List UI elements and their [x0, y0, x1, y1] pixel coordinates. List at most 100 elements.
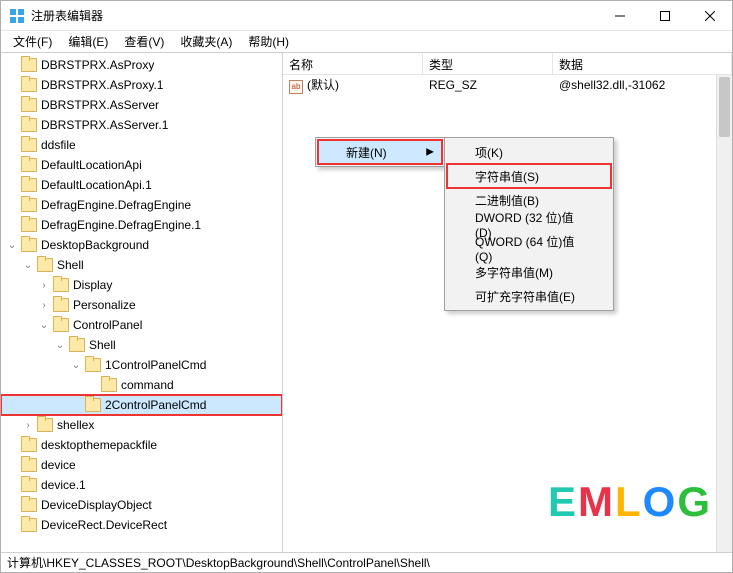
context-menu-item[interactable]: 项(K) — [447, 140, 611, 164]
collapse-icon[interactable]: ⌄ — [69, 360, 83, 371]
tree-node[interactable]: device.1 — [1, 475, 282, 495]
tree-node-label: DefaultLocationApi.1 — [41, 178, 158, 192]
scrollbar-thumb[interactable] — [719, 77, 730, 137]
folder-icon — [21, 518, 37, 532]
folder-icon — [21, 138, 37, 152]
maximize-button[interactable] — [642, 1, 687, 31]
tree-node[interactable]: 2ControlPanelCmd — [1, 395, 282, 415]
minimize-button[interactable] — [597, 1, 642, 31]
logo-char: E — [548, 478, 578, 526]
expand-icon[interactable]: › — [37, 280, 51, 291]
tree-node-label: shellex — [57, 418, 100, 432]
tree-node[interactable]: DefragEngine.DefragEngine — [1, 195, 282, 215]
tree-node-label: DBRSTPRX.AsServer — [41, 98, 165, 112]
value-data-cell: @shell32.dll,-31062 — [553, 78, 732, 92]
collapse-icon[interactable]: ⌄ — [5, 240, 19, 251]
column-header-name[interactable]: 名称 — [283, 53, 423, 74]
folder-icon — [85, 398, 101, 412]
status-path: 计算机\HKEY_CLASSES_ROOT\DesktopBackground\… — [7, 554, 430, 571]
folder-icon — [53, 318, 69, 332]
menu-edit[interactable]: 编辑(E) — [60, 31, 116, 52]
tree-pane[interactable]: DBRSTPRX.AsProxyDBRSTPRX.AsProxy.1 DBRSTP… — [1, 53, 283, 552]
context-menu-item[interactable]: 可扩充字符串值(E) — [447, 284, 611, 308]
app-icon — [9, 8, 25, 24]
close-button[interactable] — [687, 1, 732, 31]
tree-node[interactable]: ›Personalize — [1, 295, 282, 315]
logo-char: G — [677, 478, 712, 526]
context-menu-item[interactable]: QWORD (64 位)值(Q) — [447, 236, 611, 260]
tree-node[interactable]: ⌄ControlPanel — [1, 315, 282, 335]
column-header-type[interactable]: 类型 — [423, 53, 553, 74]
content-area: DBRSTPRX.AsProxyDBRSTPRX.AsProxy.1 DBRSTP… — [1, 53, 732, 552]
context-submenu-new[interactable]: 项(K)字符串值(S)二进制值(B)DWORD (32 位)值(D)QWORD … — [444, 137, 614, 311]
tree-node[interactable]: DefaultLocationApi — [1, 155, 282, 175]
tree-node[interactable]: ⌄1ControlPanelCmd — [1, 355, 282, 375]
tree-node[interactable]: DefaultLocationApi.1 — [1, 175, 282, 195]
tree-node-label: DefragEngine.DefragEngine — [41, 198, 197, 212]
context-menu-item-label: 可扩充字符串值(E) — [475, 288, 575, 305]
folder-icon — [37, 418, 53, 432]
context-menu-item[interactable]: 多字符串值(M) — [447, 260, 611, 284]
tree-node[interactable]: DBRSTPRX.AsProxy — [1, 55, 282, 75]
splitter[interactable] — [282, 53, 286, 552]
tree-node[interactable]: ⌄Shell — [1, 255, 282, 275]
collapse-icon[interactable]: ⌄ — [21, 260, 35, 271]
expand-icon[interactable]: › — [21, 420, 35, 431]
menu-favorites[interactable]: 收藏夹(A) — [172, 31, 240, 52]
folder-icon — [101, 378, 117, 392]
minimize-icon — [615, 11, 625, 21]
folder-icon — [21, 118, 37, 132]
tree-node[interactable]: ⌄ Shell — [1, 335, 282, 355]
folder-icon — [21, 238, 37, 252]
submenu-arrow-icon: ▶ — [426, 147, 434, 158]
menu-bar: 文件(F) 编辑(E) 查看(V) 收藏夹(A) 帮助(H) — [1, 31, 732, 53]
context-menu-item[interactable]: 字符串值(S) — [447, 164, 611, 188]
menu-view[interactable]: 查看(V) — [116, 31, 172, 52]
folder-icon — [21, 438, 37, 452]
tree-node-label: Display — [73, 278, 118, 292]
folder-icon — [21, 78, 37, 92]
window-title: 注册表编辑器 — [31, 7, 597, 24]
folder-icon — [21, 158, 37, 172]
maximize-icon — [660, 11, 670, 21]
tree-node[interactable]: DBRSTPRX.AsProxy.1 — [1, 75, 282, 95]
tree-node[interactable]: DBRSTPRX.AsServer.1 — [1, 115, 282, 135]
collapse-icon[interactable]: ⌄ — [53, 340, 67, 351]
menu-file[interactable]: 文件(F) — [5, 31, 60, 52]
tree-node[interactable]: DeviceDisplayObject — [1, 495, 282, 515]
tree-node[interactable]: DefragEngine.DefragEngine.1 — [1, 215, 282, 235]
tree-node[interactable]: › Display — [1, 275, 282, 295]
tree-node-label: desktopthemepackfile — [41, 438, 163, 452]
folder-icon — [21, 218, 37, 232]
tree-node-label: Shell — [89, 338, 122, 352]
tree-node[interactable]: desktopthemepackfile — [1, 435, 282, 455]
tree-node[interactable]: device — [1, 455, 282, 475]
tree-node[interactable]: command — [1, 375, 282, 395]
tree-node[interactable]: DBRSTPRX.AsServer — [1, 95, 282, 115]
menu-help[interactable]: 帮助(H) — [240, 31, 297, 52]
value-name: (默认) — [307, 78, 339, 92]
tree-node-label: DesktopBackground — [41, 238, 155, 252]
tree-node[interactable]: DeviceRect.DeviceRect — [1, 515, 282, 535]
folder-icon — [21, 458, 37, 472]
list-scrollbar[interactable] — [716, 75, 732, 552]
folder-icon — [53, 278, 69, 292]
context-menu-item[interactable]: 新建(N)▶ — [318, 140, 442, 164]
tree-node[interactable]: › shellex — [1, 415, 282, 435]
column-headers: 名称 类型 数据 — [283, 53, 732, 75]
folder-icon — [21, 498, 37, 512]
tree-node-label: device.1 — [41, 478, 92, 492]
context-menu[interactable]: 新建(N)▶ — [315, 137, 445, 167]
context-menu-item-label: QWORD (64 位)值(Q) — [475, 233, 581, 264]
tree-node-label: DBRSTPRX.AsServer.1 — [41, 118, 174, 132]
column-header-data[interactable]: 数据 — [553, 53, 732, 74]
value-list-pane: 名称 类型 数据 ab(默认)REG_SZ@shell32.dll,-31062… — [283, 53, 732, 552]
value-row[interactable]: ab(默认)REG_SZ@shell32.dll,-31062 — [283, 75, 732, 95]
tree-node[interactable]: ⌄ DesktopBackground — [1, 235, 282, 255]
value-rows: ab(默认)REG_SZ@shell32.dll,-31062 — [283, 75, 732, 95]
tree-node-label: command — [121, 378, 180, 392]
collapse-icon[interactable]: ⌄ — [37, 320, 51, 331]
string-value-icon: ab — [289, 80, 303, 94]
tree-node[interactable]: ddsfile — [1, 135, 282, 155]
expand-icon[interactable]: › — [37, 300, 51, 311]
